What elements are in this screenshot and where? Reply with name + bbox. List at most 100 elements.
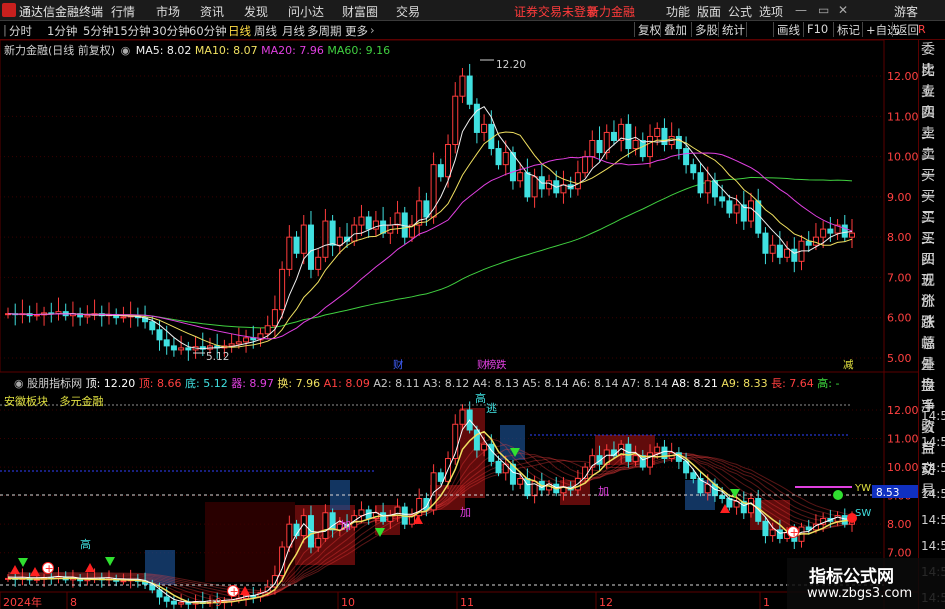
candle-body	[235, 341, 242, 345]
time-label-0: 2024年	[3, 595, 42, 609]
candle-body	[271, 309, 278, 327]
candle-body	[726, 200, 733, 214]
event-tag-fall[interactable]: 跌	[496, 358, 507, 371]
tab-period-weekly[interactable]: 周线	[254, 23, 277, 39]
menu-function[interactable]: 功能	[666, 3, 690, 20]
menu-trade[interactable]: 交易	[396, 3, 420, 20]
candle-body	[690, 164, 697, 174]
indicator-name[interactable]: 股朋指标网	[27, 377, 82, 390]
guest-button[interactable]: 游客	[894, 3, 918, 20]
buy-signal-icon	[30, 567, 40, 576]
indicator-value-13: A9: 8.33	[721, 377, 772, 390]
tab-period-multi[interactable]: 多周期	[307, 23, 342, 39]
menu-market[interactable]: 行情	[111, 3, 135, 20]
tab-period-15min[interactable]: 15分钟	[113, 23, 151, 39]
tab-period-5min[interactable]: 5分钟	[83, 23, 113, 39]
menu-layout[interactable]: 版面	[697, 3, 721, 20]
candle-body	[639, 139, 646, 158]
price-label-0: 12.00	[887, 70, 918, 83]
tick-time-4: 14:5	[921, 513, 945, 527]
legend-toggle-icon[interactable]: ◉	[121, 44, 131, 57]
high-marker-label: 12.20	[496, 59, 526, 71]
tick-time-1: 14:5	[921, 435, 945, 449]
indicator-toggle-icon[interactable]: ◉	[14, 377, 24, 390]
login-warning[interactable]: 证券交易未登录	[514, 3, 598, 20]
tool-multi-button[interactable]: 多股	[691, 22, 718, 37]
menu-wealth[interactable]: 财富圈	[342, 3, 378, 20]
candle-body	[365, 216, 372, 230]
sidebar-r-icon[interactable]: R	[918, 23, 926, 36]
candle-body	[336, 236, 343, 246]
candle-body	[380, 220, 387, 234]
indicator-value-1: 顶: 8.66	[138, 377, 186, 390]
tag-finance[interactable]: 多元金融	[60, 395, 104, 408]
tab-period-daily[interactable]: 日线	[228, 23, 251, 39]
candle-body	[748, 200, 755, 222]
ind-price-label-1: 11.00	[887, 433, 918, 446]
ind-candle-body	[185, 602, 192, 605]
tick-time-3: 14:5	[921, 487, 945, 501]
ind-candle-body	[437, 472, 444, 482]
candle-body	[358, 216, 365, 226]
more-chevron-icon[interactable]: ›	[370, 23, 375, 37]
event-tag-reduce[interactable]: 减	[843, 359, 854, 371]
candle-body	[445, 144, 452, 178]
candle-body	[329, 220, 336, 246]
ind-price-label-4: 8.00	[887, 518, 912, 531]
menu-discover[interactable]: 发现	[244, 3, 268, 20]
candle-body	[437, 164, 444, 178]
minimize-icon[interactable]: —	[795, 3, 807, 17]
candle-body	[149, 321, 156, 331]
menu-news[interactable]: 资讯	[200, 3, 224, 20]
time-label-1: 8	[70, 596, 77, 609]
kline-chart-area[interactable]: 12.00 11.00 10.00 9.00 8.00 7.00 6.00 5.00 12.2…	[0, 40, 918, 609]
tool-adjust-button[interactable]: 复权	[634, 22, 661, 37]
candle-body	[466, 75, 473, 105]
candle-body	[560, 184, 567, 194]
candle-body	[286, 236, 293, 270]
ma-legend-2: MA20: 7.96	[261, 44, 328, 57]
candle-body	[394, 212, 401, 226]
candle-body	[574, 172, 581, 190]
ma-legend-1: MA10: 8.07	[194, 44, 262, 57]
tool-f10-button[interactable]: F10	[803, 22, 828, 37]
ma-legend-values: MA5: 8.02 MA10: 8.07 MA20: 7.96 MA60: 9.…	[136, 44, 390, 57]
price-label-7: 5.00	[887, 352, 912, 365]
tab-period-monthly[interactable]: 月线	[282, 23, 305, 39]
candle-body	[625, 123, 632, 150]
tool-mark-button[interactable]: 标记	[833, 22, 860, 37]
ind-candle-body	[358, 509, 365, 517]
price-label-1: 11.00	[887, 110, 918, 123]
tag-anhui[interactable]: 安徽板块	[4, 395, 48, 408]
tool-overlay-button[interactable]: 叠加	[660, 22, 687, 37]
restore-icon[interactable]: ▭	[818, 3, 829, 17]
ind-candle-body	[380, 512, 387, 522]
menu-markets[interactable]: 市场	[156, 3, 180, 20]
time-label-6: 1	[763, 596, 770, 609]
menu-ask[interactable]: 问小达	[288, 3, 324, 20]
event-tag-finance[interactable]: 财	[393, 358, 404, 371]
ribbon-line-7	[7, 456, 853, 592]
tool-back-button[interactable]: 返回	[892, 22, 919, 37]
ind-candle-body	[524, 478, 531, 497]
event-tag-rank[interactable]: 榜	[486, 358, 497, 371]
tab-period-more[interactable]: 更多	[345, 23, 368, 39]
tab-period-fenshi[interactable]: 分时	[9, 23, 32, 39]
candle-body	[293, 236, 300, 254]
ind-mark-escape: 逃	[486, 402, 497, 415]
ind-candle-body	[654, 446, 661, 454]
price-label-4: 8.00	[887, 231, 912, 244]
tab-period-1min[interactable]: 1分钟	[47, 23, 77, 39]
menu-formula[interactable]: 公式	[728, 3, 752, 20]
indicator-values: 顶: 12.20 顶: 8.66 底: 5.12 器: 8.97 换: 7.96…	[86, 377, 840, 390]
tab-period-30min[interactable]: 30分钟	[152, 23, 190, 39]
ind-mark-high: 高	[475, 391, 486, 405]
close-icon[interactable]: ✕	[838, 3, 848, 17]
menu-options[interactable]: 选项	[759, 3, 783, 20]
tool-stat-button[interactable]: 统计	[718, 22, 745, 37]
ribbon-line-4	[7, 451, 852, 599]
candle-body	[473, 103, 480, 133]
tab-period-60min[interactable]: 60分钟	[189, 23, 227, 39]
ind-candle-body	[495, 460, 502, 474]
tool-draw-button[interactable]: 画线	[773, 22, 800, 37]
